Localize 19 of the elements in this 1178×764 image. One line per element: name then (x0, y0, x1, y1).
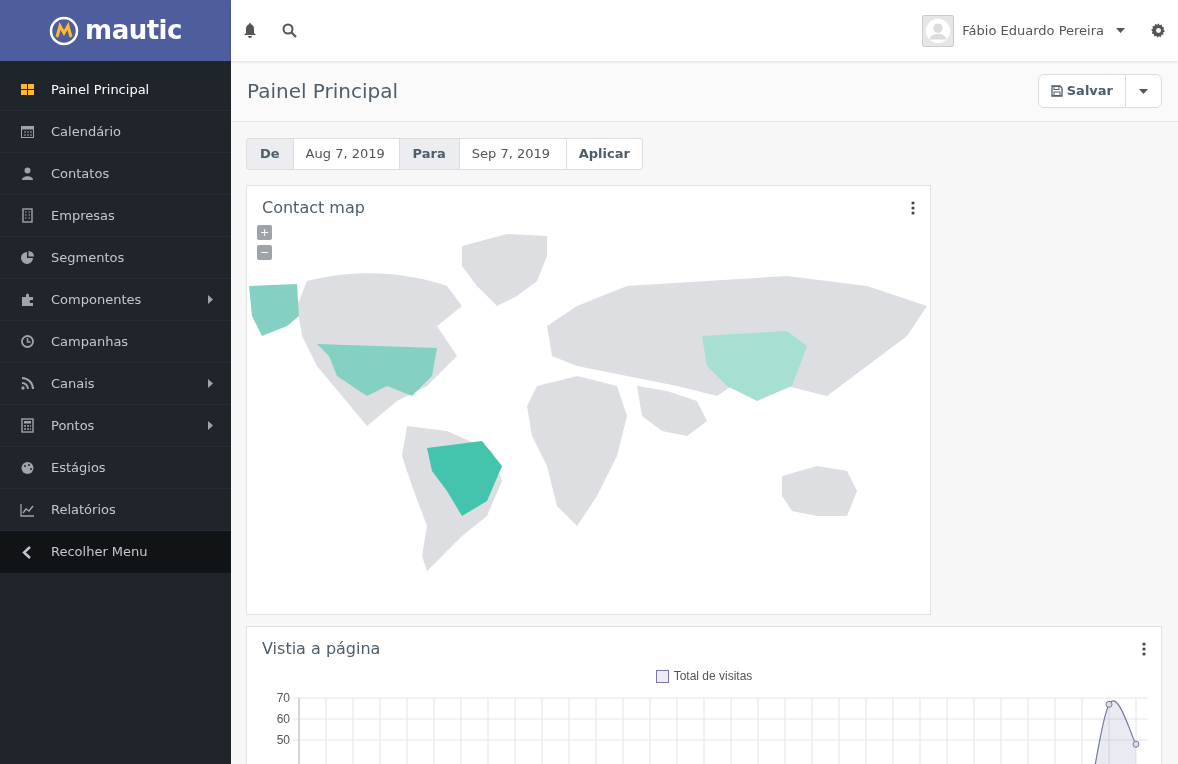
widget-title: Vistia a página (262, 638, 381, 660)
page-title: Painel Principal (247, 79, 399, 103)
apply-button[interactable]: Aplicar (565, 138, 643, 170)
user-name[interactable]: Fábio Eduardo Pereira (962, 20, 1104, 41)
to-date-field[interactable]: Sep 7, 2019 (458, 138, 567, 170)
to-label: Para (398, 138, 460, 170)
sidebar-item[interactable]: Calendário (0, 111, 231, 153)
from-date-field[interactable]: Aug 7, 2019 (292, 138, 400, 170)
save-button[interactable]: Salvar (1037, 74, 1126, 108)
axis-tick-label: 60 (276, 712, 290, 726)
legend-label: Total de visitas (673, 668, 753, 685)
sidebar-item[interactable]: Painel Principal (0, 69, 231, 111)
from-label: De (246, 138, 294, 170)
axis-tick-label: 70 (276, 691, 290, 705)
widget-title: Contact map (262, 197, 365, 219)
sidebar-item[interactable]: Pontos (0, 405, 231, 447)
collapse-menu-button[interactable]: Recolher Menu (0, 531, 231, 573)
brand-name: mautic (85, 14, 182, 47)
axis-tick-label: 50 (276, 733, 290, 747)
